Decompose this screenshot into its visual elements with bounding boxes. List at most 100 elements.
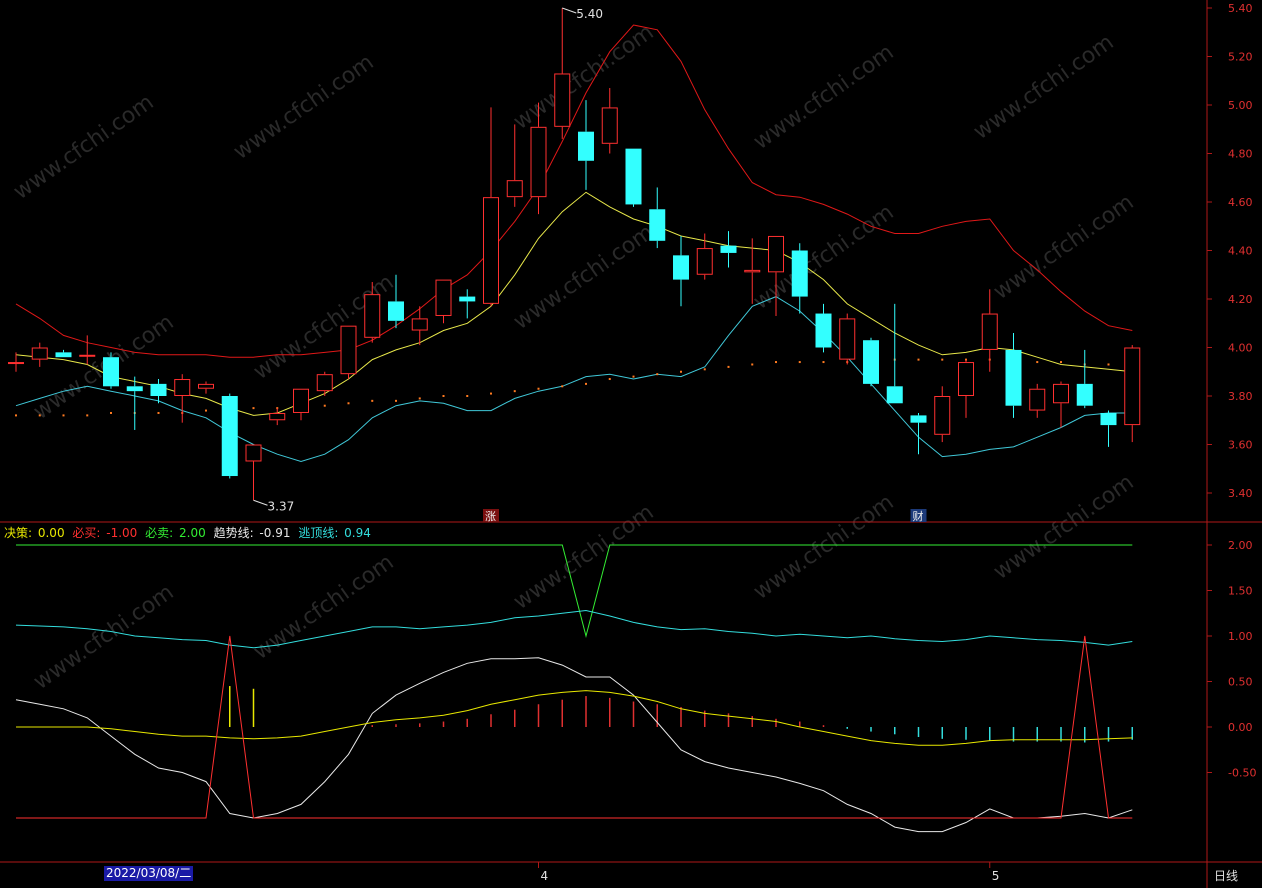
legend-trend: 趋势线: -0.91: [213, 526, 291, 540]
candle-body-up: [79, 354, 96, 357]
support-dot: [941, 358, 944, 361]
axes: 5.40 5.20 5.00 4.80 4.60 4.40 4.20 4.00 3.80 3.60…: [538, 2, 1256, 883]
support-dot: [157, 411, 160, 414]
trend-line: [15, 657, 1133, 833]
watermark-text: www.cfchi.com: [749, 490, 898, 605]
candle-body-up: [768, 235, 784, 273]
support-dot: [608, 378, 611, 381]
indicator-tick-label: -0.50: [1228, 767, 1256, 780]
support-dot: [798, 361, 801, 364]
buy-line: [16, 635, 1133, 819]
support-dot: [371, 399, 374, 402]
price-tick-label: 5.00: [1228, 99, 1253, 112]
candle-body-down: [578, 131, 594, 161]
candle-body-up: [506, 180, 523, 198]
candle-body-up: [245, 444, 262, 462]
price-tick-label: 4.60: [1228, 196, 1253, 209]
indicator-tick-label: 2.00: [1228, 539, 1253, 552]
support-dot: [537, 387, 540, 390]
candle-body-up: [601, 107, 618, 144]
support-dot: [347, 402, 350, 405]
price-tick-label: 3.60: [1228, 439, 1253, 452]
candle-body-down: [1005, 349, 1022, 406]
candle-body-up: [435, 279, 452, 316]
annotation-label: 5.40: [576, 7, 603, 21]
watermark-text: www.cfchi.com: [509, 220, 658, 335]
indicator-panel[interactable]: [15, 544, 1133, 833]
price-tick-label: 4.40: [1228, 245, 1253, 258]
price-tick-label: 3.40: [1228, 487, 1253, 500]
support-dot: [252, 407, 255, 410]
candle-body-down: [150, 383, 167, 396]
watermark-text: www.cfchi.com: [749, 40, 898, 155]
support-dot: [1107, 363, 1110, 366]
candle-body-up: [530, 126, 547, 198]
candle-body-up: [696, 248, 713, 275]
price-tick-label: 3.80: [1228, 390, 1253, 403]
candle-body-up: [934, 396, 951, 435]
support-dot: [442, 395, 445, 397]
candle-body-down: [791, 250, 808, 297]
support-dot: [775, 361, 777, 364]
support-dot: [751, 363, 754, 366]
watermark-text: www.cfchi.com: [989, 470, 1138, 585]
candle-body-down: [103, 357, 119, 387]
price-tick-label: 4.00: [1228, 342, 1253, 355]
cursor-date: 2022/03/08/二: [104, 866, 194, 881]
support-dot: [15, 414, 17, 417]
support-dot: [680, 370, 682, 373]
support-dot: [822, 361, 825, 364]
support-dot: [703, 368, 706, 371]
candle-body-up: [31, 347, 48, 360]
candle-body-down: [815, 313, 832, 348]
candle-body-down: [55, 352, 72, 358]
annotation-label: 3.37: [268, 499, 295, 513]
candle-body-down: [126, 386, 143, 392]
support-dot: [418, 397, 421, 400]
candle-body-down: [1100, 412, 1117, 426]
support-dot: [323, 404, 326, 407]
support-dot: [727, 365, 730, 368]
event-marker-label: 财: [913, 509, 924, 523]
period-label[interactable]: 日线: [1214, 867, 1238, 884]
candle-body-down: [459, 296, 476, 302]
support-dot: [1036, 361, 1039, 364]
indicator-tick-label: 1.50: [1228, 585, 1253, 598]
candle-body-down: [625, 148, 642, 205]
price-tick-label: 5.40: [1228, 2, 1253, 15]
candle-body-up: [554, 73, 571, 127]
candle-body-down: [910, 415, 927, 423]
watermark-text: www.cfchi.com: [9, 90, 158, 205]
month-label: 4: [541, 869, 549, 883]
legend-bimai: 必买: -1.00: [72, 526, 138, 540]
candle-body-down: [221, 396, 238, 477]
decision-line: [16, 690, 1133, 746]
watermark-text: www.cfchi.com: [969, 30, 1118, 145]
support-dot: [632, 375, 635, 378]
support-dot: [1060, 361, 1062, 364]
support-dot: [656, 373, 659, 376]
support-dot: [466, 395, 469, 397]
candle-body-up: [198, 383, 214, 389]
price-tick-label: 5.20: [1228, 51, 1253, 64]
escape-line: [15, 609, 1133, 649]
price-tick-label: 4.80: [1228, 148, 1253, 161]
candle-body-up: [316, 374, 333, 392]
support-dot: [205, 409, 207, 412]
support-dot: [490, 392, 492, 395]
annotation-arrow: [253, 499, 268, 506]
watermark: www.cfchi.com www.cfchi.com www.cfchi.com w…: [9, 20, 1138, 695]
support-dot: [513, 390, 516, 393]
chart-canvas[interactable]: www.cfchi.com www.cfchi.com www.cfchi.com w…: [0, 0, 1262, 888]
candle-body-up: [364, 294, 381, 338]
indicator-tick-label: 1.00: [1228, 630, 1253, 643]
support-dot: [585, 382, 587, 385]
support-dot: [561, 385, 564, 388]
candle-body-down: [673, 255, 689, 280]
candle-body-up: [174, 379, 191, 396]
candle-body-up: [8, 362, 24, 365]
legend-escape: 逃顶线: 0.94: [298, 526, 371, 540]
candle-body-down: [388, 301, 404, 321]
candle-body-up: [1124, 347, 1141, 426]
chart-frame: [0, 0, 1262, 888]
